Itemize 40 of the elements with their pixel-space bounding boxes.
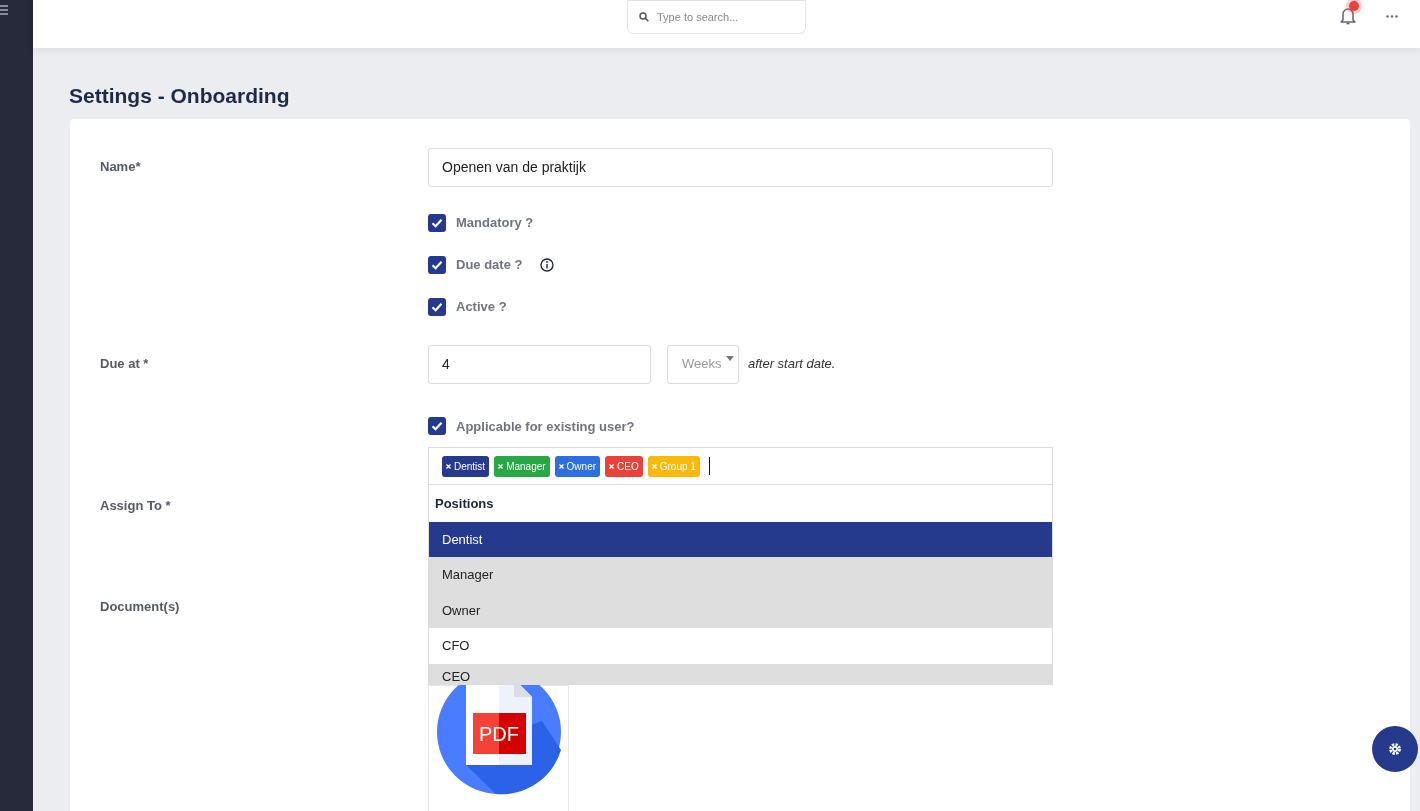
field-label: Name* bbox=[100, 158, 142, 177]
due-number-field[interactable]: 4 bbox=[428, 344, 651, 384]
menu-icon[interactable] bbox=[0, 4, 8, 16]
checkbox-label: Due date ? bbox=[456, 255, 523, 274]
settings-icon bbox=[1388, 742, 1402, 756]
caret-icon bbox=[726, 355, 734, 361]
check-icon bbox=[431, 421, 443, 432]
tag[interactable]: Dentist bbox=[442, 455, 490, 477]
dropdown-item[interactable]: Manager bbox=[429, 557, 1052, 593]
checkbox[interactable] bbox=[428, 297, 446, 316]
checkbox-label: Active ? bbox=[456, 297, 507, 316]
remove-icon[interactable] bbox=[558, 463, 564, 469]
name-field[interactable]: Openen van de praktijk bbox=[428, 147, 1053, 187]
page-title: Settings - Onboarding bbox=[69, 83, 291, 109]
text-cursor bbox=[708, 457, 710, 475]
check-icon bbox=[431, 259, 443, 270]
field-label: Due at * bbox=[100, 355, 150, 374]
remove-icon[interactable] bbox=[446, 463, 451, 469]
checkbox-label: Applicable for existing user? bbox=[456, 417, 635, 436]
check-icon bbox=[431, 301, 443, 312]
checkbox[interactable] bbox=[428, 255, 446, 274]
checkbox-label: Mandatory ? bbox=[456, 213, 534, 232]
check-icon bbox=[431, 217, 443, 228]
document-thumbnail[interactable]: PDF bbox=[428, 685, 569, 811]
bell-icon[interactable] bbox=[1339, 6, 1357, 26]
info-icon[interactable] bbox=[540, 257, 555, 272]
field-label: Document(s) bbox=[100, 597, 181, 616]
dropdown-item[interactable]: CEO bbox=[429, 663, 1052, 684]
checkbox[interactable] bbox=[428, 213, 446, 232]
search-icon bbox=[639, 12, 649, 22]
dropdown-group-header: Positions bbox=[434, 495, 495, 513]
dropdown-item[interactable]: Owner bbox=[429, 592, 1052, 628]
more-icon[interactable] bbox=[1386, 15, 1398, 18]
search-field[interactable]: Type to search... bbox=[627, 0, 806, 34]
tag[interactable]: CEO bbox=[605, 455, 643, 477]
field-label: Assign To * bbox=[100, 498, 171, 513]
suffix-text: after start date. bbox=[748, 355, 836, 374]
checkbox[interactable] bbox=[428, 417, 446, 436]
tag[interactable]: Owner bbox=[554, 455, 601, 477]
dropdown-item[interactable]: Dentist bbox=[429, 521, 1052, 557]
